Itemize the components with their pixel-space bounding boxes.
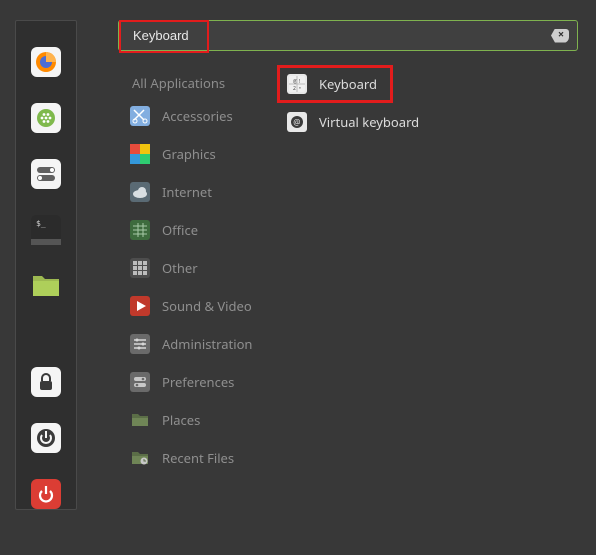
lock-icon[interactable] — [30, 367, 62, 397]
category-accessories[interactable]: Accessories — [118, 97, 281, 135]
firefox-icon[interactable] — [30, 47, 62, 77]
files-icon[interactable] — [30, 271, 62, 299]
category-label: Administration — [162, 335, 252, 353]
all-applications-label: All Applications — [132, 74, 225, 92]
play-icon — [130, 296, 150, 316]
category-label: Other — [162, 259, 198, 277]
spreadsheet-icon — [130, 220, 150, 240]
category-label: Sound & Video — [162, 297, 252, 315]
search-field[interactable] — [118, 20, 578, 51]
categories-column: All Applications Accessories Graphics In… — [118, 69, 281, 477]
svg-text:$_: $_ — [36, 219, 46, 228]
app-virtual-keyboard[interactable]: @ Virtual keyboard — [281, 107, 571, 137]
category-label: Accessories — [162, 107, 233, 125]
category-other[interactable]: Other — [118, 249, 281, 287]
controls-icon — [130, 372, 150, 392]
results-column: @!2• Keyboard @ Virtual keyboard — [281, 69, 571, 477]
toggles-icon[interactable] — [30, 159, 62, 189]
category-label: Graphics — [162, 145, 216, 163]
svg-text:2: 2 — [293, 86, 296, 92]
category-administration[interactable]: Administration — [118, 325, 281, 363]
category-label: Places — [162, 411, 200, 429]
favorites-panel: $_ — [15, 20, 77, 510]
category-internet[interactable]: Internet — [118, 173, 281, 211]
keyboard-icon: @!2• — [287, 74, 307, 94]
category-label: Recent Files — [162, 449, 234, 467]
category-sound-video[interactable]: Sound & Video — [118, 287, 281, 325]
terminal-icon[interactable]: $_ — [30, 215, 62, 245]
category-graphics[interactable]: Graphics — [118, 135, 281, 173]
category-label: Office — [162, 221, 198, 239]
logout-icon[interactable] — [30, 423, 62, 453]
at-icon: @ — [287, 112, 307, 132]
category-recent-files[interactable]: Recent Files — [118, 439, 281, 477]
all-applications[interactable]: All Applications — [118, 69, 281, 97]
category-office[interactable]: Office — [118, 211, 281, 249]
sliders-icon — [130, 334, 150, 354]
category-label: Preferences — [162, 373, 234, 391]
category-label: Internet — [162, 183, 212, 201]
scissors-icon — [130, 106, 150, 126]
folder-icon — [130, 410, 150, 430]
app-keyboard[interactable]: @!2• Keyboard — [281, 69, 571, 99]
rgb-icon — [130, 144, 150, 164]
clear-search-icon[interactable] — [551, 29, 569, 43]
category-preferences[interactable]: Preferences — [118, 363, 281, 401]
power-icon[interactable] — [30, 479, 62, 509]
svg-text:•: • — [299, 86, 301, 92]
cloud-icon — [130, 182, 150, 202]
menu-columns: All Applications Accessories Graphics In… — [118, 69, 583, 477]
app-label: Virtual keyboard — [319, 113, 419, 131]
svg-text:@: @ — [293, 117, 300, 128]
grid-icon — [130, 258, 150, 278]
search-input[interactable] — [119, 21, 551, 50]
chat-icon[interactable] — [30, 103, 62, 133]
app-label: Keyboard — [319, 75, 377, 93]
main-panel: All Applications Accessories Graphics In… — [118, 20, 583, 510]
folder-recent-icon — [130, 448, 150, 468]
category-places[interactable]: Places — [118, 401, 281, 439]
